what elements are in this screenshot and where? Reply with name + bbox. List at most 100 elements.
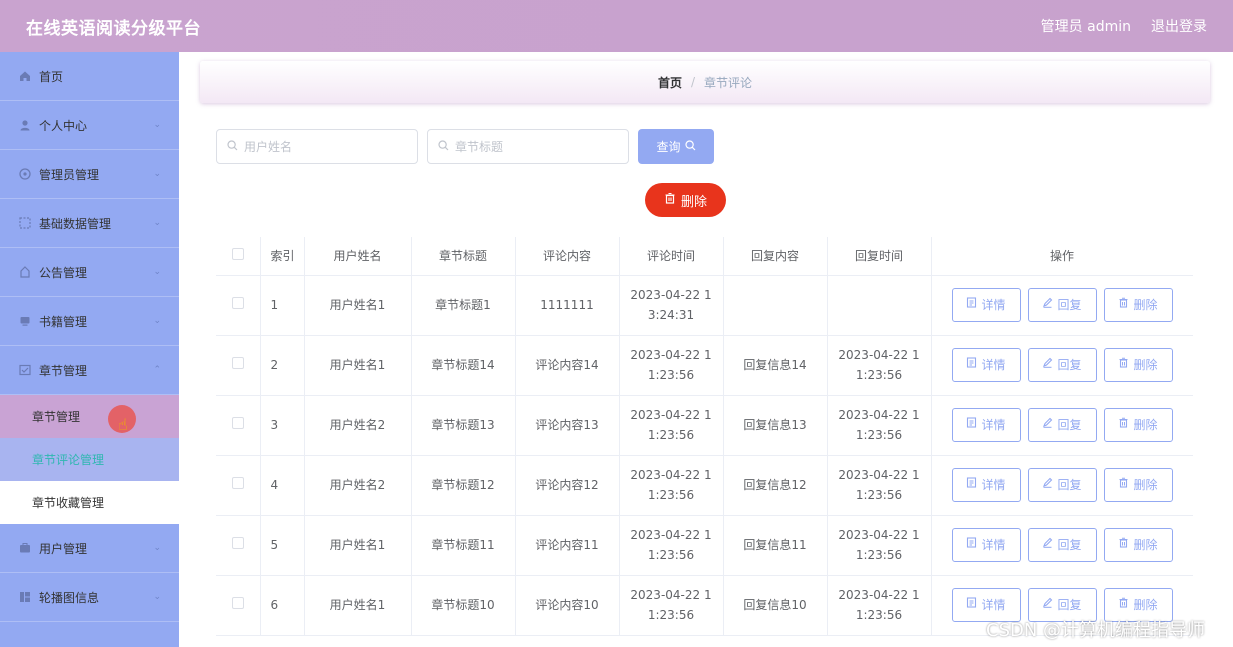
trash-icon	[1118, 535, 1129, 555]
submenu-item-chapter-manage[interactable]: 章节管理 ☝	[0, 395, 179, 438]
reply-label: 回复	[1057, 358, 1082, 372]
sidebar-item-admin[interactable]: 管理员管理 ⌄	[0, 150, 179, 199]
row-checkbox[interactable]	[231, 417, 244, 429]
delete-label: 删除	[1133, 358, 1158, 372]
delete-button[interactable]: 删除	[1103, 348, 1173, 382]
submenu-item-chapter-comments[interactable]: 章节评论管理	[0, 438, 179, 481]
delete-label: 删除	[1133, 538, 1158, 552]
row-checkbox[interactable]	[231, 597, 244, 609]
detail-label: 详情	[981, 478, 1006, 492]
comment-time-line2: 1:23:56	[647, 548, 695, 562]
document-icon	[966, 295, 977, 315]
query-button[interactable]: 查询	[638, 129, 714, 164]
reply-button[interactable]: 回复	[1027, 348, 1097, 382]
cell-actions: 详情 回复 删除	[931, 275, 1193, 336]
detail-button[interactable]: 详情	[951, 468, 1021, 502]
reply-button[interactable]: 回复	[1027, 468, 1097, 502]
delete-button[interactable]: 删除	[1103, 468, 1173, 502]
breadcrumb-separator: /	[690, 75, 696, 89]
cell-reply: 回复信息11	[723, 515, 828, 576]
cell-user: 用户姓名1	[304, 575, 412, 636]
delete-label: 删除	[1133, 598, 1158, 612]
submenu-item-chapter-favorites[interactable]: 章节收藏管理	[0, 481, 179, 524]
sidebar-item-label: 轮播图信息	[39, 590, 100, 605]
trash-icon	[1118, 415, 1129, 435]
row-select-cell	[216, 515, 261, 576]
reply-button[interactable]: 回复	[1027, 288, 1097, 322]
detail-button[interactable]: 详情	[951, 288, 1021, 322]
reply-time-line1: 2023-04-22 1	[838, 408, 920, 422]
cell-actions: 详情 回复 删除	[931, 335, 1193, 396]
cell-user: 用户姓名1	[304, 515, 412, 576]
breadcrumb-home[interactable]: 首页	[658, 74, 682, 91]
sidebar-item-profile[interactable]: 个人中心 ⌄	[0, 101, 179, 150]
row-actions: 详情 回复 删除	[932, 408, 1193, 442]
breadcrumb: 首页 / 章节评论	[200, 61, 1210, 103]
chevron-down-icon: ⌄	[153, 218, 161, 228]
comment-time-line1: 2023-04-22 1	[630, 288, 712, 302]
sidebar-item-basic-data[interactable]: 基础数据管理 ⌄	[0, 199, 179, 248]
reply-button[interactable]: 回复	[1027, 528, 1097, 562]
reply-button[interactable]: 回复	[1027, 408, 1097, 442]
table-row: 1 用户姓名1 章节标题1 1111111 2023-04-22 1 3:24:31 详情 回…	[216, 275, 1193, 336]
row-checkbox[interactable]	[231, 537, 244, 549]
cell-chapter: 章节标题12	[411, 455, 516, 516]
sidebar-item-home[interactable]: 首页	[0, 52, 179, 101]
cell-reply-time: 2023-04-22 1 1:23:56	[827, 575, 932, 636]
trash-icon	[1118, 475, 1129, 495]
row-checkbox[interactable]	[231, 357, 244, 369]
cell-user: 用户姓名2	[304, 455, 412, 516]
cell-chapter: 章节标题13	[411, 395, 516, 456]
username-search-input[interactable]: 用户姓名	[216, 129, 418, 164]
sidebar-item-label: 书籍管理	[39, 314, 88, 329]
comment-time-line2: 3:24:31	[647, 308, 695, 322]
row-checkbox[interactable]	[231, 477, 244, 489]
chevron-down-icon: ⌄	[153, 316, 161, 326]
header-actions: 管理员 admin 退出登录	[1041, 16, 1207, 36]
bulk-delete-button[interactable]: 删除	[645, 183, 726, 217]
table-row: 5 用户姓名1 章节标题11 评论内容11 2023-04-22 1 1:23:56 回复信…	[216, 515, 1193, 576]
detail-button[interactable]: 详情	[951, 528, 1021, 562]
reply-time-line1: 2023-04-22 1	[838, 528, 920, 542]
logout-link[interactable]: 退出登录	[1151, 16, 1207, 36]
reply-time-line1: 2023-04-22 1	[838, 588, 920, 602]
sidebar-item-carousel[interactable]: 轮播图信息 ⌄	[0, 573, 179, 622]
trash-icon	[1118, 595, 1129, 615]
select-all-checkbox[interactable]	[231, 248, 244, 261]
cell-chapter: 章节标题11	[411, 515, 516, 576]
chapter-search-input[interactable]: 章节标题	[427, 129, 629, 164]
document-icon	[966, 475, 977, 495]
notice-icon	[18, 266, 31, 279]
trash-icon	[664, 192, 676, 208]
reply-label: 回复	[1057, 538, 1082, 552]
cell-comment-time: 2023-04-22 1 1:23:56	[619, 575, 724, 636]
sidebar: 首页 个人中心 ⌄ 管理员管理 ⌄ 基础数据管理 ⌄ 公告管理 ⌄ 书籍管理 ⌄	[0, 52, 179, 647]
cell-reply-time: 2023-04-22 1 1:23:56	[827, 335, 932, 396]
chevron-down-icon: ⌄	[153, 120, 161, 130]
detail-label: 详情	[981, 538, 1006, 552]
row-checkbox[interactable]	[231, 297, 244, 309]
sidebar-item-label: 公告管理	[39, 265, 88, 280]
column-header: 评论内容	[515, 237, 620, 276]
reply-label: 回复	[1057, 418, 1082, 432]
sidebar-item-books[interactable]: 书籍管理 ⌄	[0, 297, 179, 346]
cell-reply: 回复信息13	[723, 395, 828, 456]
sidebar-item-chapters[interactable]: 章节管理 ⌃	[0, 346, 179, 395]
row-actions: 详情 回复 删除	[932, 288, 1193, 322]
cell-comment-time: 2023-04-22 1 1:23:56	[619, 455, 724, 516]
cell-reply-time: 2023-04-22 1 1:23:56	[827, 455, 932, 516]
delete-button[interactable]: 删除	[1103, 528, 1173, 562]
carousel-icon	[18, 591, 31, 604]
row-actions: 详情 回复 删除	[932, 528, 1193, 562]
comment-time-line1: 2023-04-22 1	[630, 588, 712, 602]
delete-button[interactable]: 删除	[1103, 408, 1173, 442]
detail-button[interactable]: 详情	[951, 348, 1021, 382]
user-icon	[18, 119, 31, 132]
submenu-item-label: 章节评论管理	[32, 453, 105, 467]
app-title: 在线英语阅读分级平台	[26, 18, 201, 39]
edit-icon	[1042, 415, 1053, 435]
sidebar-item-notice[interactable]: 公告管理 ⌄	[0, 248, 179, 297]
detail-button[interactable]: 详情	[951, 408, 1021, 442]
delete-button[interactable]: 删除	[1103, 288, 1173, 322]
sidebar-item-users[interactable]: 用户管理 ⌄	[0, 524, 179, 573]
